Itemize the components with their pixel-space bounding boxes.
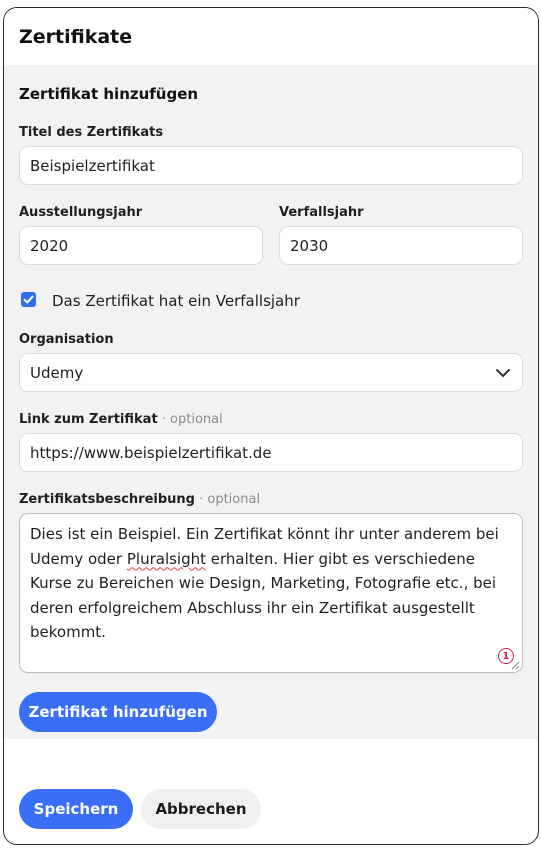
description-text: Dies ist ein Beispiel. Ein Zertifikat kö… (30, 522, 514, 645)
title-input-value: Beispielzertifikat (30, 156, 155, 175)
cancel-button[interactable]: Abbrechen (141, 789, 261, 829)
add-certificate-panel: Zertifikat hinzufügen Titel des Zertifik… (4, 65, 538, 739)
description-label: Zertifikatsbeschreibung · optional (19, 492, 260, 507)
expiry-year-value: 2030 (290, 236, 329, 255)
expiry-year-input[interactable]: 2030 (279, 226, 523, 265)
link-label: Link zum Zertifikat · optional (19, 412, 223, 427)
link-optional-hint: · optional (157, 412, 223, 427)
expiry-checkbox-label[interactable]: Das Zertifikat hat ein Verfallsjahr (52, 292, 300, 310)
link-input-value: https://www.beispielzertifikat.de (30, 443, 272, 462)
issue-year-value: 2020 (30, 236, 69, 255)
description-textarea[interactable]: Dies ist ein Beispiel. Ein Zertifikat kö… (19, 513, 523, 673)
issue-year-input[interactable]: 2020 (19, 226, 263, 265)
add-certificate-button[interactable]: Zertifikat hinzufügen (19, 692, 217, 732)
page-title: Zertifikate (19, 26, 133, 48)
link-input[interactable]: https://www.beispielzertifikat.de (19, 433, 523, 472)
description-label-text: Zertifikatsbeschreibung (19, 492, 195, 507)
organisation-select[interactable]: Udemy (19, 353, 523, 392)
link-label-text: Link zum Zertifikat (19, 412, 158, 427)
expiry-checkbox[interactable] (21, 292, 36, 307)
header: Zertifikate (4, 8, 538, 65)
expiry-year-label: Verfallsjahr (279, 205, 364, 220)
certificates-card: Zertifikate Zertifikat hinzufügen Titel … (3, 7, 539, 845)
checkmark-icon (23, 295, 34, 304)
chevron-down-icon (496, 369, 510, 377)
save-button[interactable]: Speichern (19, 789, 133, 829)
section-title: Zertifikat hinzufügen (19, 85, 199, 103)
description-optional-hint: · optional (194, 492, 261, 507)
organisation-value: Udemy (30, 363, 84, 382)
resize-handle-icon[interactable] (510, 660, 520, 670)
organisation-label: Organisation (19, 332, 114, 347)
title-input[interactable]: Beispielzertifikat (19, 146, 523, 185)
title-label: Titel des Zertifikats (19, 125, 164, 140)
misspelled-word[interactable]: Pluralsight (127, 550, 206, 568)
issue-year-label: Ausstellungsjahr (19, 205, 143, 220)
